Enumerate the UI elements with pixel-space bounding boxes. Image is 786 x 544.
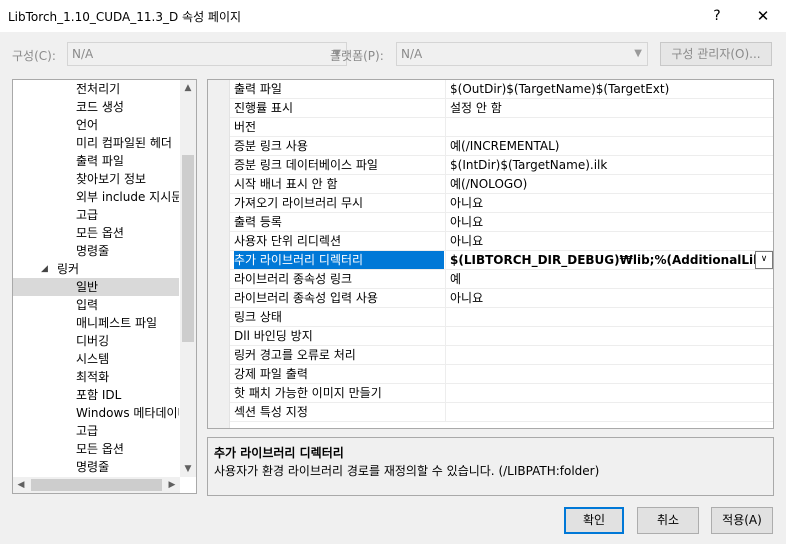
platform-value: N/A xyxy=(401,47,423,61)
tree-item[interactable]: 고급 xyxy=(13,206,179,224)
tree-item-general[interactable]: 일반 xyxy=(13,278,179,296)
tree-item[interactable]: 모든 옵션 xyxy=(13,224,179,242)
property-row[interactable]: 강제 파일 출력 xyxy=(230,365,773,384)
property-row[interactable]: 핫 패치 가능한 이미지 만들기 xyxy=(230,384,773,403)
grid-gutter xyxy=(208,80,230,428)
tree-item[interactable]: 출력 파일 xyxy=(13,152,179,170)
property-row[interactable]: 라이브러리 종속성 링크 예 xyxy=(230,270,773,289)
tree-item[interactable]: 찾아보기 정보 xyxy=(13,170,179,188)
chevron-down-icon: ▼ xyxy=(634,48,642,59)
config-label: 구성(C): xyxy=(12,49,56,63)
tree-item[interactable]: 미리 컴파일된 헤더 xyxy=(13,134,179,152)
apply-button[interactable]: 적용(A) xyxy=(711,507,773,534)
tree-item[interactable]: 명령줄 xyxy=(13,242,179,260)
property-row[interactable]: 라이브러리 종속성 입력 사용 아니요 xyxy=(230,289,773,308)
platform-label: 플랫폼(P): xyxy=(330,49,384,63)
tree-item[interactable]: 명령줄 xyxy=(13,458,179,476)
tree-item[interactable]: 고급 xyxy=(13,422,179,440)
property-row[interactable]: 증분 링크 사용 예(/INCREMENTAL) xyxy=(230,137,773,156)
window-title: LibTorch_1.10_CUDA_11.3_D 속성 페이지 xyxy=(8,10,242,24)
tree-item[interactable]: 코드 생성 xyxy=(13,98,179,116)
property-row[interactable]: 출력 등록 아니요 xyxy=(230,213,773,232)
property-row-additional-library-directories[interactable]: 추가 라이브러리 디렉터리 $(LIBTORCH_DIR_DEBUG)₩lib;… xyxy=(230,251,773,270)
tree-item[interactable]: 입력 xyxy=(13,296,179,314)
help-button[interactable]: ? xyxy=(706,5,728,27)
property-value-field[interactable]: $(LIBTORCH_DIR_DEBUG)₩lib;%(AdditionalLi… xyxy=(445,251,773,269)
tree-item[interactable]: 매니페스트 파일 xyxy=(13,314,179,332)
cancel-button[interactable]: 취소 xyxy=(637,507,699,534)
tree-item-linker[interactable]: ◢ 링커 xyxy=(13,260,179,278)
chevron-down-icon[interactable]: ∨ xyxy=(755,251,773,269)
platform-select[interactable]: N/A ▼ xyxy=(396,42,648,66)
settings-tree[interactable]: 전처리기 코드 생성 언어 미리 컴파일된 헤더 출력 파일 찾아보기 정보 외… xyxy=(12,79,197,494)
tree-item[interactable]: 포함 IDL xyxy=(13,386,179,404)
description-text: 사용자가 환경 라이브러리 경로를 재정의할 수 있습니다. (/LIBPATH… xyxy=(214,464,600,478)
config-select[interactable]: N/A ▼ xyxy=(67,42,347,66)
title-bar: LibTorch_1.10_CUDA_11.3_D 속성 페이지 ? ✕ xyxy=(0,0,786,32)
property-row[interactable]: Dll 바인딩 방지 xyxy=(230,327,773,346)
description-title: 추가 라이브러리 디렉터리 xyxy=(214,446,344,460)
property-row[interactable]: 시작 배너 표시 안 함 예(/NOLOGO) xyxy=(230,175,773,194)
ok-button[interactable]: 확인 xyxy=(564,507,624,534)
tree-item[interactable]: 디버깅 xyxy=(13,332,179,350)
tree-item[interactable]: 외부 include 지시문 xyxy=(13,188,179,206)
scroll-up-icon[interactable]: ▲ xyxy=(180,80,196,96)
tree-vertical-scrollbar[interactable]: ▲ ▼ xyxy=(180,80,196,477)
tree-item[interactable]: 언어 xyxy=(13,116,179,134)
tree-item[interactable]: 시스템 xyxy=(13,350,179,368)
scroll-left-icon[interactable]: ◀ xyxy=(13,477,29,493)
config-manager-button[interactable]: 구성 관리자(O)... xyxy=(660,42,772,66)
scroll-thumb[interactable] xyxy=(182,155,194,342)
description-panel: 추가 라이브러리 디렉터리 사용자가 환경 라이브러리 경로를 재정의할 수 있… xyxy=(207,437,774,496)
property-row[interactable]: 사용자 단위 리디렉션 아니요 xyxy=(230,232,773,251)
scroll-down-icon[interactable]: ▼ xyxy=(180,461,196,477)
property-row[interactable]: 가져오기 라이브러리 무시 아니요 xyxy=(230,194,773,213)
property-row[interactable]: 출력 파일 $(OutDir)$(TargetName)$(TargetExt) xyxy=(230,80,773,99)
tree-item[interactable]: 모든 옵션 xyxy=(13,440,179,458)
tree-item[interactable]: 최적화 xyxy=(13,368,179,386)
property-grid[interactable]: 출력 파일 $(OutDir)$(TargetName)$(TargetExt) … xyxy=(207,79,774,429)
expanded-arrow-icon[interactable]: ◢ xyxy=(41,260,48,278)
property-row[interactable]: 진행률 표시 설정 안 함 xyxy=(230,99,773,118)
config-value: N/A xyxy=(72,47,94,61)
property-row[interactable]: 링크 상태 xyxy=(230,308,773,327)
property-row[interactable]: 증분 링크 데이터베이스 파일 $(IntDir)$(TargetName).il… xyxy=(230,156,773,175)
property-row[interactable]: 링커 경고를 오류로 처리 xyxy=(230,346,773,365)
tree-item[interactable]: 전처리기 xyxy=(13,80,179,98)
property-row[interactable]: 섹션 특성 지정 xyxy=(230,403,773,422)
scroll-right-icon[interactable]: ▶ xyxy=(164,477,180,493)
tree-item[interactable]: Windows 메타데이터 xyxy=(13,404,179,422)
property-row[interactable]: 버전 xyxy=(230,118,773,137)
scroll-thumb[interactable] xyxy=(31,479,162,491)
close-button[interactable]: ✕ xyxy=(750,5,776,27)
tree-horizontal-scrollbar[interactable]: ◀ ▶ xyxy=(13,477,180,493)
